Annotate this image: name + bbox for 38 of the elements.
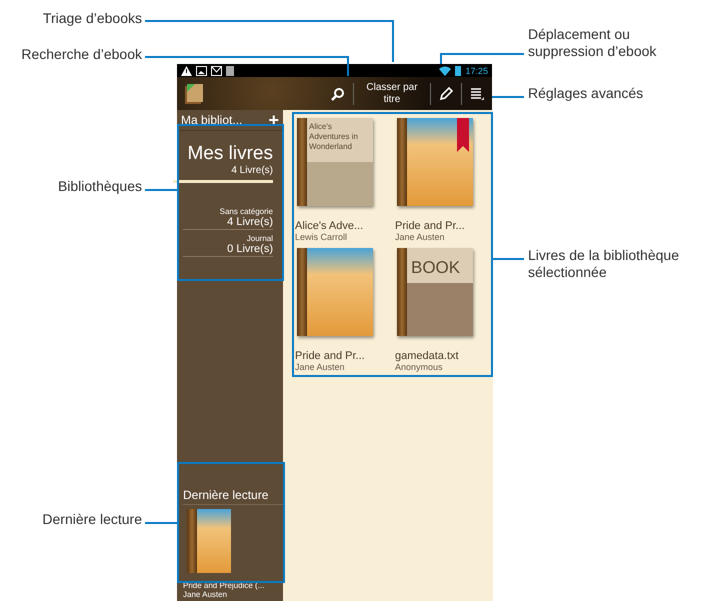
book-author: Jane Austen [183, 590, 228, 599]
menu-icon[interactable] [470, 88, 484, 100]
callout-label: Déplacement ou suppression d’ebook [528, 26, 658, 60]
callout-label: Bibliothèques [58, 178, 142, 195]
search-icon[interactable] [331, 86, 345, 100]
book-author: Lewis Carroll [294, 232, 348, 242]
add-button[interactable]: + [268, 111, 279, 129]
book-cover[interactable] [297, 248, 373, 336]
last-read-heading: Dernière lecture [183, 486, 283, 505]
pencil-icon[interactable] [439, 86, 453, 100]
library-heading: Ma bibliot... [181, 113, 242, 127]
library-item[interactable]: Mes livres 4 Livre(s) [173, 139, 273, 183]
callout-label: Livres de la bibliothèque sélectionnée [528, 247, 680, 281]
callout-label: Triage d’ebooks [42, 10, 142, 27]
book-author: Jane Austen [294, 362, 346, 372]
book-title: Pride and Pr... [294, 350, 366, 362]
sort-button[interactable]: Classer par titre [362, 82, 422, 106]
wifi-icon [439, 66, 452, 76]
mail-icon [211, 66, 222, 76]
book-author: Jane Austen [394, 232, 446, 242]
image-icon [196, 66, 207, 76]
callout-label: Recherche d’ebook [21, 46, 142, 63]
book-cover[interactable]: Alice's Adventures in Wonderland [297, 118, 373, 206]
book-cover[interactable]: BOOK [397, 248, 473, 336]
library-item[interactable]: Journal 0 Livre(s) [183, 230, 273, 257]
book-app-icon[interactable] [183, 82, 205, 104]
callout-label: Réglages avancés [528, 85, 644, 102]
battery-icon [455, 66, 462, 76]
sd-card-icon [226, 66, 234, 76]
clock: 17:25 [465, 66, 488, 76]
book-author: Anonymous [394, 362, 444, 372]
book-title: Pride and Pr... [394, 220, 466, 232]
book-title: Alice's Adve... [294, 220, 364, 232]
book-cover[interactable] [397, 118, 473, 206]
book-cover[interactable] [187, 509, 231, 573]
book-title: gamedata.txt [394, 350, 460, 362]
callout-label: Dernière lecture [42, 511, 142, 528]
library-item[interactable]: Sans catégorie 4 Livre(s) [183, 203, 273, 230]
